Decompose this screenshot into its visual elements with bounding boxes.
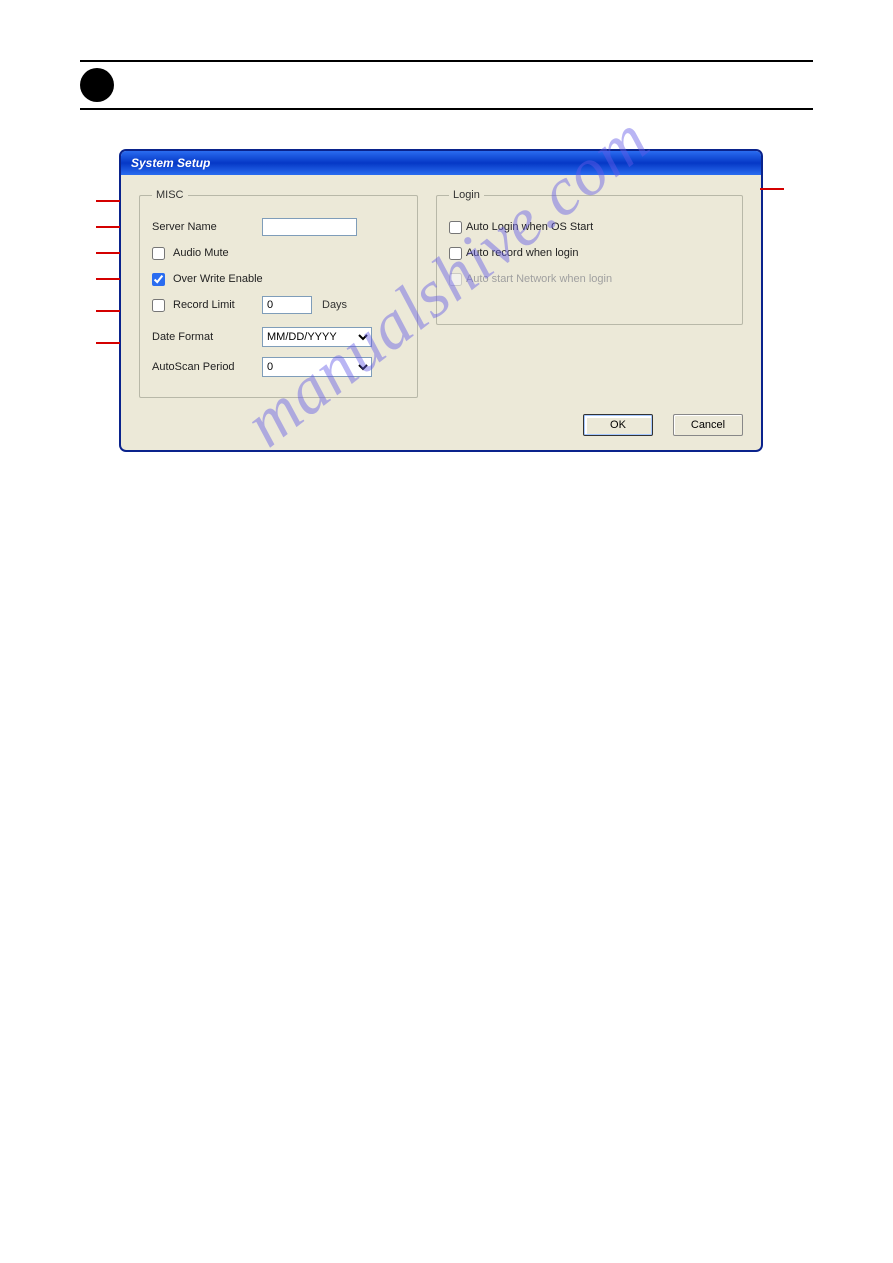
overwrite-label: Over Write Enable (173, 273, 263, 285)
overwrite-checkbox[interactable] (152, 273, 165, 286)
auto-login-checkbox[interactable] (449, 221, 462, 234)
divider-bottom (80, 108, 813, 110)
date-format-label: Date Format (152, 331, 213, 343)
auto-record-checkbox[interactable] (449, 247, 462, 260)
callout-marker (96, 278, 120, 280)
auto-network-checkbox (449, 273, 462, 286)
record-limit-checkbox[interactable] (152, 299, 165, 312)
audio-mute-label: Audio Mute (173, 247, 229, 259)
record-limit-input[interactable] (262, 296, 312, 314)
auto-network-label: Auto start Network when login (466, 273, 612, 285)
bullet-circle-icon (80, 68, 114, 102)
callout-marker (96, 200, 120, 202)
misc-legend: MISC (152, 189, 188, 201)
audio-mute-checkbox[interactable] (152, 247, 165, 260)
record-limit-label: Record Limit (173, 299, 235, 311)
callout-marker (96, 310, 120, 312)
callout-marker (96, 252, 120, 254)
system-setup-dialog: System Setup MISC Server Name Aud (120, 150, 762, 451)
callout-marker (760, 188, 784, 190)
server-name-input[interactable] (262, 218, 357, 236)
days-label: Days (322, 299, 347, 311)
autoscan-label: AutoScan Period (152, 361, 235, 373)
dialog-title: System Setup (121, 151, 761, 175)
autoscan-select[interactable]: 0 (262, 357, 372, 377)
date-format-select[interactable]: MM/DD/YYYY (262, 327, 372, 347)
callout-marker (96, 226, 120, 228)
misc-group: MISC Server Name Audio Mute (139, 189, 418, 398)
divider-top (80, 60, 813, 62)
ok-button[interactable]: OK (583, 414, 653, 436)
server-name-label: Server Name (152, 221, 217, 233)
auto-record-label: Auto record when login (466, 247, 579, 259)
auto-login-label: Auto Login when OS Start (466, 221, 593, 233)
login-legend: Login (449, 189, 484, 201)
login-group: Login Auto Login when OS Start Auto reco… (436, 189, 743, 325)
cancel-button[interactable]: Cancel (673, 414, 743, 436)
callout-marker (96, 342, 120, 344)
